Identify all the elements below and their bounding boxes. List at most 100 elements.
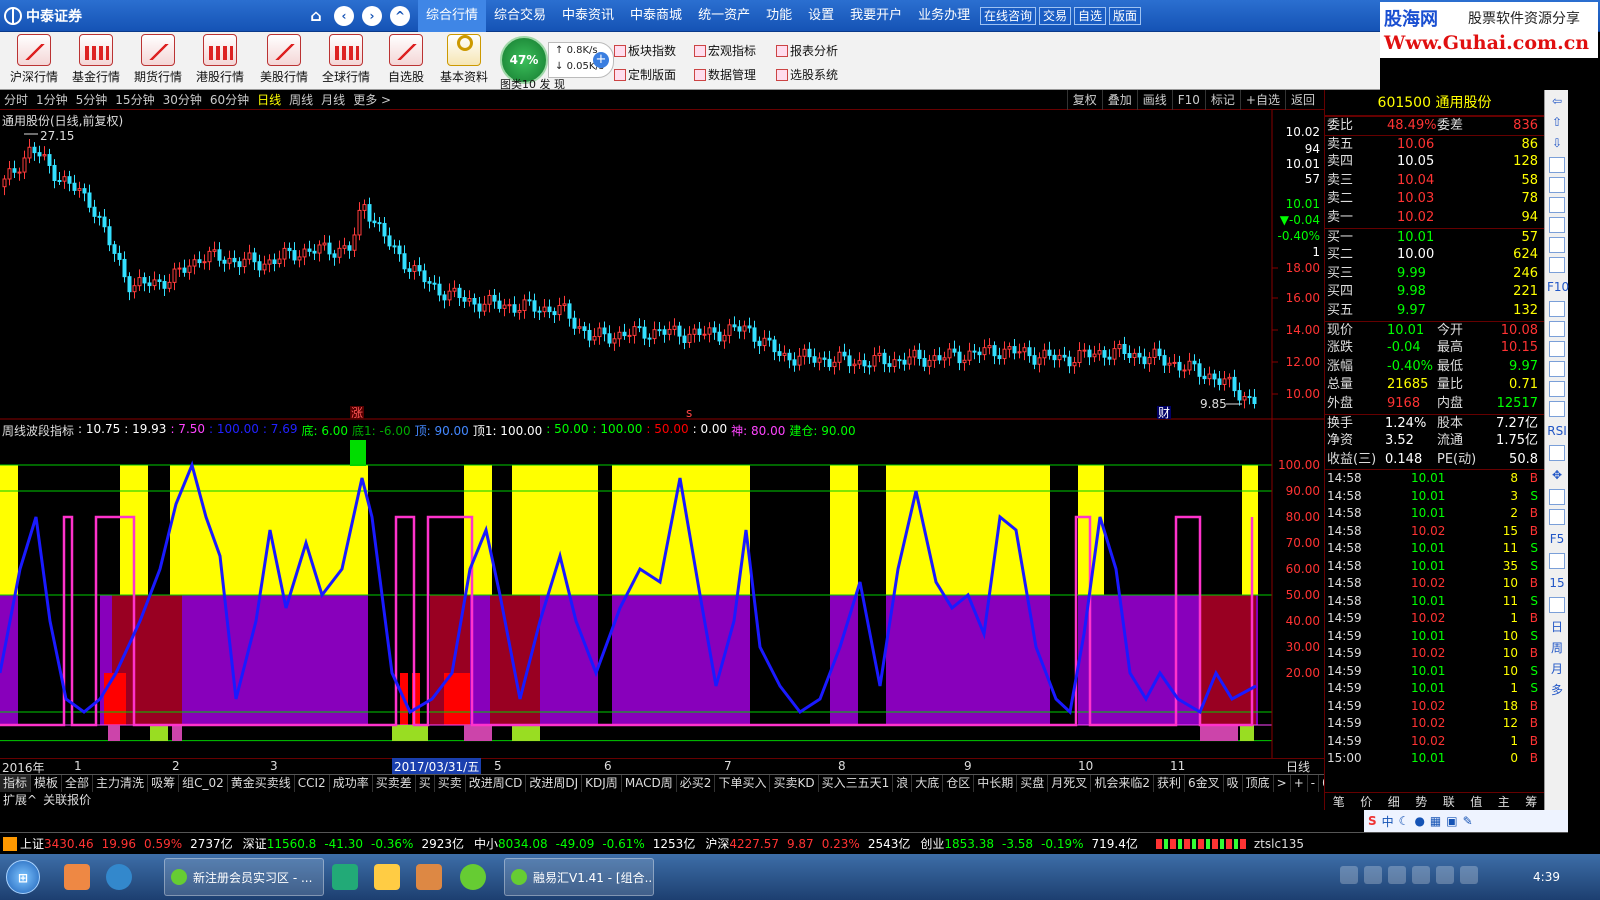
- panel-tab-2[interactable]: 细: [1380, 793, 1408, 810]
- start-button[interactable]: ⊞: [6, 860, 40, 894]
- indicator-tab-19[interactable]: 买入三五天1: [819, 775, 894, 792]
- sidebar-item-11[interactable]: [1549, 321, 1565, 337]
- tray-icon-1[interactable]: [1340, 866, 1358, 884]
- indicator-tab-1[interactable]: 模板: [31, 775, 63, 792]
- period-tab-0[interactable]: 分时: [0, 91, 32, 108]
- ime-mode[interactable]: 中: [1382, 813, 1394, 830]
- indicator-tab-9[interactable]: 买卖差: [373, 775, 416, 792]
- menu-5[interactable]: 功能: [758, 0, 800, 32]
- indicator-tab-0[interactable]: 指标: [0, 775, 32, 792]
- kline-chart[interactable]: 10.029410.015710.01▼-0.04-0.40%118.0016.…: [0, 110, 1324, 420]
- forward-icon[interactable]: ›: [362, 6, 382, 26]
- indicator-tab-14[interactable]: KDJ周: [582, 775, 622, 792]
- indicator-tab-24[interactable]: 买盘: [1017, 775, 1049, 792]
- tool-link-3[interactable]: 定制版面: [614, 66, 676, 83]
- keyboard-icon[interactable]: ▦: [1430, 814, 1441, 828]
- menu-1[interactable]: 综合交易: [486, 0, 554, 32]
- tools-icon[interactable]: ✎: [1463, 814, 1473, 828]
- sidebar-item-21[interactable]: F5: [1547, 529, 1567, 549]
- indicator-tab-26[interactable]: 机会来临2: [1091, 775, 1154, 792]
- period-tab-3[interactable]: 15分钟: [111, 91, 158, 108]
- tool-link-1[interactable]: 宏观指标: [694, 42, 756, 59]
- period-tab-8[interactable]: 月线: [317, 91, 349, 108]
- indicator-tab-8[interactable]: 成功率: [330, 775, 373, 792]
- sidebar-item-28[interactable]: 多: [1547, 680, 1567, 700]
- sidebar-item-20[interactable]: [1549, 509, 1565, 525]
- moon-icon[interactable]: ☾: [1399, 814, 1410, 828]
- menu-2[interactable]: 中泰资讯: [554, 0, 622, 32]
- tool-link-4[interactable]: 数据管理: [694, 66, 756, 83]
- tool-link-2[interactable]: 报表分析: [776, 42, 838, 59]
- panel-tab-1[interactable]: 价: [1353, 793, 1381, 810]
- sidebar-item-1[interactable]: ⇧: [1547, 112, 1567, 132]
- tray-icon-3[interactable]: [1388, 866, 1406, 884]
- sidebar-item-10[interactable]: [1549, 301, 1565, 317]
- sidebar-item-24[interactable]: [1549, 597, 1565, 613]
- panel-tab-6[interactable]: 主: [1490, 793, 1518, 810]
- indicator-tab-7[interactable]: CCI2: [295, 775, 330, 792]
- chart-tool-1[interactable]: 叠加: [1101, 90, 1137, 110]
- indicator-tab-29[interactable]: 吸: [1224, 775, 1243, 792]
- indicator-tab-25[interactable]: 月死叉: [1048, 775, 1092, 792]
- ie-icon[interactable]: [332, 864, 358, 890]
- indicator-tab-15[interactable]: MACD周: [622, 775, 677, 792]
- chart-tool-5[interactable]: +自选: [1239, 90, 1285, 110]
- menu-4[interactable]: 统一资产: [690, 0, 758, 32]
- tray-icon-6[interactable]: [1460, 866, 1478, 884]
- index-item[interactable]: 创业1853.38 -3.58 -0.19% 719.4亿: [920, 835, 1138, 852]
- quick-button-1[interactable]: 交易: [1039, 7, 1072, 25]
- sidebar-item-5[interactable]: [1549, 197, 1565, 213]
- sidebar-item-25[interactable]: 日: [1547, 617, 1567, 637]
- index-item[interactable]: 沪深4227.57 9.87 0.23% 2543亿: [705, 835, 910, 852]
- sidebar-item-4[interactable]: [1549, 177, 1565, 193]
- sidebar-item-8[interactable]: [1549, 257, 1565, 273]
- chart-tool-2[interactable]: 画线: [1136, 90, 1172, 110]
- indicator-tab-22[interactable]: 仓区: [943, 775, 975, 792]
- quick-button-3[interactable]: 版面: [1109, 7, 1142, 25]
- panel-tab-7[interactable]: 筹: [1518, 793, 1546, 810]
- period-tab-2[interactable]: 5分钟: [72, 91, 112, 108]
- indicator-tab-6[interactable]: 黄金买卖线: [228, 775, 295, 792]
- indicator-tab-16[interactable]: 必买2: [677, 775, 716, 792]
- chart-tool-6[interactable]: 返回: [1284, 90, 1320, 110]
- menu-7[interactable]: 我要开户: [842, 0, 910, 32]
- indicator-tab-33[interactable]: -: [1308, 775, 1320, 792]
- tool-7[interactable]: 基本资料: [434, 34, 494, 88]
- indicator-tab-5[interactable]: 组C_02: [179, 775, 228, 792]
- tool-5[interactable]: 全球行情: [316, 34, 376, 88]
- back-icon[interactable]: ‹: [334, 6, 354, 26]
- media-icon[interactable]: [416, 864, 442, 890]
- period-tab-4[interactable]: 30分钟: [159, 91, 206, 108]
- indicator-tab-28[interactable]: 6金叉: [1185, 775, 1224, 792]
- sidebar-item-7[interactable]: [1549, 237, 1565, 253]
- panel-tab-3[interactable]: 势: [1408, 793, 1436, 810]
- period-tab-1[interactable]: 1分钟: [32, 91, 72, 108]
- chrome-icon[interactable]: [460, 864, 486, 890]
- panel-tab-0[interactable]: 笔: [1325, 793, 1353, 810]
- quick-button-0[interactable]: 在线咨询: [980, 7, 1037, 25]
- sidebar-item-6[interactable]: [1549, 217, 1565, 233]
- index-icon[interactable]: [3, 836, 17, 851]
- tool-3[interactable]: 港股行情: [190, 34, 250, 88]
- sidebar-item-12[interactable]: [1549, 341, 1565, 357]
- tool-1[interactable]: 基金行情: [66, 34, 126, 88]
- folder-icon[interactable]: [374, 864, 400, 890]
- sogou-icon[interactable]: S: [1368, 814, 1377, 828]
- sub-tab-1[interactable]: 关联报价: [40, 792, 94, 808]
- mic-icon[interactable]: ●: [1414, 814, 1424, 828]
- sidebar-item-23[interactable]: 15: [1547, 573, 1567, 593]
- indicator-tab-12[interactable]: 改进周CD: [466, 775, 527, 792]
- index-item[interactable]: 深证11560.8 -41.30 -0.36% 2923亿: [243, 835, 464, 852]
- sidebar-item-18[interactable]: ✥: [1547, 465, 1567, 485]
- index-item[interactable]: 上证3430.46 19.96 0.59% 2737亿: [20, 835, 233, 852]
- sub-tab-0[interactable]: 扩展^: [0, 792, 40, 808]
- tool-link-0[interactable]: 板块指数: [614, 42, 676, 59]
- period-tab-6[interactable]: 日线: [253, 91, 285, 108]
- tray-icon-2[interactable]: [1364, 866, 1382, 884]
- app-icon-1[interactable]: [64, 864, 90, 890]
- tool-0[interactable]: 沪深行情: [4, 34, 64, 88]
- oscillator-chart[interactable]: 100.00 90.00 80.00 70.00 60.00 50.00 40.00 30.0…: [0, 420, 1324, 758]
- shirt-icon[interactable]: ▣: [1446, 814, 1457, 828]
- menu-3[interactable]: 中泰商城: [622, 0, 690, 32]
- indicator-tab-3[interactable]: 主力清洗: [93, 775, 149, 792]
